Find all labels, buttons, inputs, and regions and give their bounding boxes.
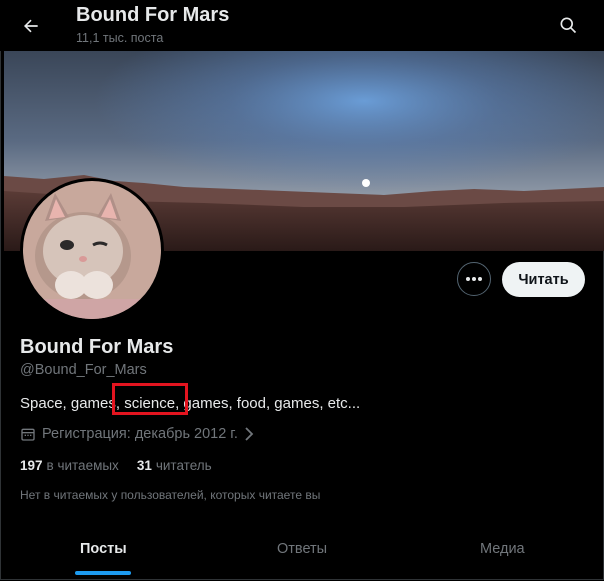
following-link[interactable]: 197 в читаемых (20, 458, 119, 473)
chevron-right-icon (245, 427, 254, 441)
followers-link[interactable]: 31 читатель (137, 458, 212, 473)
arrow-left-icon (24, 19, 38, 33)
avatar[interactable] (20, 178, 164, 322)
following-label: в читаемых (46, 458, 119, 473)
highlight-box (112, 383, 188, 415)
search-button[interactable] (552, 9, 584, 41)
top-bar: Bound For Mars 11,1 тыс. поста (0, 0, 604, 51)
profile-name: Bound For Mars (20, 336, 174, 358)
profile-tabs: Посты Ответы Медиа (0, 525, 604, 577)
back-button[interactable] (14, 9, 48, 43)
calendar-icon (21, 428, 35, 441)
profile-bio: Space, games, science, games, food, game… (20, 395, 361, 412)
more-options-button[interactable] (457, 262, 491, 296)
tab-replies[interactable]: Ответы (277, 541, 327, 557)
more-icon (466, 277, 482, 281)
follow-stats: 197 в читаемых 31 читатель (20, 458, 212, 473)
page-title: Bound For Mars (76, 4, 230, 26)
search-icon (560, 17, 577, 34)
profile-handle: @Bound_For_Mars (20, 362, 147, 378)
join-date-text: Регистрация: декабрь 2012 г. (42, 426, 238, 442)
follow-button[interactable]: Читать (502, 262, 585, 297)
followers-you-know-note: Нет в читаемых у пользователей, которых … (20, 488, 321, 502)
join-date[interactable]: Регистрация: декабрь 2012 г. (20, 426, 254, 442)
active-tab-indicator (75, 571, 131, 575)
post-count: 11,1 тыс. поста (76, 31, 164, 45)
following-count: 197 (20, 458, 43, 473)
tab-posts[interactable]: Посты (80, 541, 127, 557)
followers-label: читатель (155, 458, 212, 473)
followers-count: 31 (136, 458, 152, 473)
tab-media[interactable]: Медиа (480, 541, 525, 557)
